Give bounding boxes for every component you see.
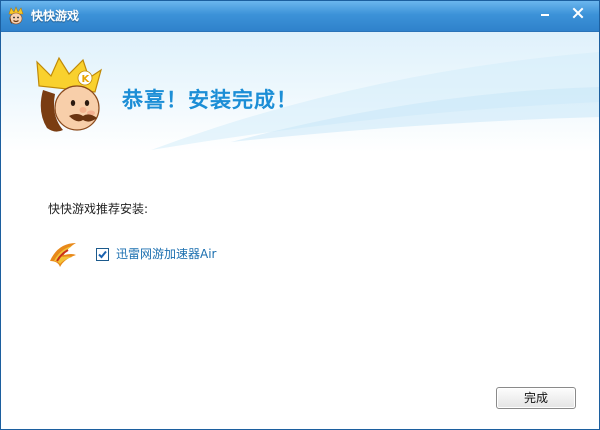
install-complete-message: 恭喜！安装完成！ <box>122 88 298 112</box>
close-button[interactable] <box>564 3 592 23</box>
xunlei-accelerator-checkbox[interactable] <box>96 248 109 261</box>
king-mascot-logo: K <box>33 56 109 136</box>
minimize-button[interactable] <box>531 3 559 23</box>
xunlei-accelerator-label[interactable]: 迅雷网游加速器Air <box>116 247 216 261</box>
title-bar[interactable]: 快快游戏 <box>1 1 599 32</box>
recommend-install-label: 快快游戏推荐安装: <box>48 202 149 216</box>
finish-button[interactable]: 完成 <box>496 387 576 409</box>
window-title: 快快游戏 <box>31 9 80 23</box>
xunlei-accelerator-icon <box>46 237 80 271</box>
minimize-icon <box>541 14 549 16</box>
svg-text:K: K <box>82 74 91 85</box>
king-mascot-icon <box>6 6 26 26</box>
checkmark-icon <box>98 250 107 259</box>
installer-window: 快快游戏 K 恭喜！安装完成！ 快快游戏推荐安装: 迅雷网游加速器Air 完成 <box>0 0 600 430</box>
close-icon <box>572 7 584 19</box>
